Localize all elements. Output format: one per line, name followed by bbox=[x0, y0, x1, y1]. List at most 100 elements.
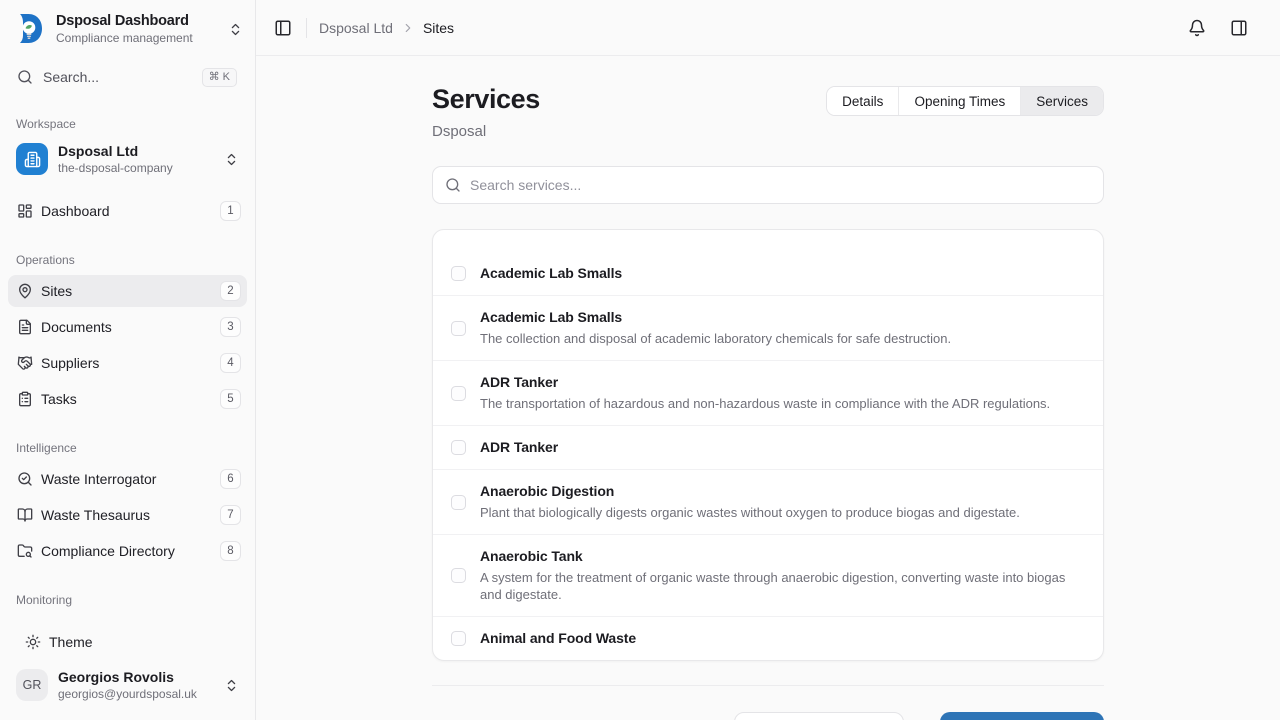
map-pin-icon bbox=[17, 283, 33, 299]
theme-label: Theme bbox=[49, 634, 93, 650]
user-email: georgios@yourdsposal.uk bbox=[58, 687, 214, 701]
handshake-icon bbox=[17, 355, 33, 371]
right-panel-toggle-button[interactable] bbox=[1224, 13, 1254, 43]
sidebar-item-label: Dashboard bbox=[41, 203, 110, 219]
breadcrumb-current: Sites bbox=[423, 20, 454, 36]
avatar: GR bbox=[16, 669, 48, 701]
sidebar-bottom: Theme GR Georgios Rovolis georgios@yourd… bbox=[0, 618, 255, 720]
sidebar-item-label: Suppliers bbox=[41, 355, 99, 371]
sidebar-item-label: Waste Interrogator bbox=[41, 471, 156, 487]
breadcrumb: Dsposal Ltd Sites bbox=[319, 20, 454, 36]
theme-toggle[interactable]: Theme bbox=[16, 626, 239, 658]
search-shortcut-kbd: ⌘ K bbox=[202, 68, 237, 87]
services-search-input[interactable] bbox=[470, 177, 1091, 193]
clipboard-list-icon bbox=[17, 391, 33, 407]
tabs: DetailsOpening TimesServices bbox=[826, 86, 1104, 116]
service-checkbox[interactable] bbox=[451, 386, 466, 401]
sidebar-item-badge: 3 bbox=[220, 317, 241, 337]
workspace-switcher[interactable]: Dsposal Ltd the-dsposal-company bbox=[8, 139, 247, 179]
user-menu[interactable]: GR Georgios Rovolis georgios@yourdsposal… bbox=[8, 662, 247, 708]
service-row[interactable]: Academic Lab Smalls bbox=[433, 252, 1103, 295]
footer-primary-button[interactable] bbox=[940, 712, 1104, 720]
sidebar-item-waste-interrogator[interactable]: Waste Interrogator 6 bbox=[8, 463, 247, 495]
tab-services[interactable]: Services bbox=[1021, 87, 1103, 115]
sidebar-section: Operations Sites 2 Documents 3 Suppliers… bbox=[0, 253, 255, 415]
search-icon bbox=[445, 177, 461, 193]
topbar: Dsposal Ltd Sites bbox=[256, 0, 1280, 56]
service-row[interactable]: ADR Tanker bbox=[433, 425, 1103, 469]
page-subtitle: Dsposal bbox=[432, 123, 540, 140]
service-row[interactable]: Animal and Food Waste bbox=[433, 616, 1103, 660]
topbar-divider bbox=[306, 18, 307, 38]
chevrons-up-down-icon bbox=[224, 152, 239, 167]
panel-left-icon bbox=[274, 19, 292, 37]
service-checkbox[interactable] bbox=[451, 495, 466, 510]
service-checkbox[interactable] bbox=[451, 321, 466, 336]
book-open-icon bbox=[17, 507, 33, 523]
main-area: Dsposal Ltd Sites Services Dsposal Detai… bbox=[256, 0, 1280, 720]
breadcrumb-workspace[interactable]: Dsposal Ltd bbox=[319, 20, 393, 36]
service-row[interactable]: Academic Lab Smalls The collection and d… bbox=[433, 295, 1103, 360]
sidebar-section: Monitoring Activity bbox=[0, 593, 255, 618]
service-row[interactable]: ADR Tanker The transportation of hazardo… bbox=[433, 360, 1103, 425]
search-label: Search... bbox=[43, 69, 99, 85]
sidebar-section: Intelligence Waste Interrogator 6 Waste … bbox=[0, 441, 255, 567]
service-row[interactable]: Anaerobic Digestion Plant that biologica… bbox=[433, 469, 1103, 534]
service-name: ADR Tanker bbox=[480, 439, 1085, 456]
sidebar-item-suppliers[interactable]: Suppliers 4 bbox=[8, 347, 247, 379]
sidebar-item-badge: 8 bbox=[220, 541, 241, 561]
building-icon bbox=[24, 151, 41, 168]
service-description: The transportation of hazardous and non-… bbox=[480, 395, 1085, 412]
sidebar-item-waste-thesaurus[interactable]: Waste Thesaurus 7 bbox=[8, 499, 247, 531]
services-card: Academic Lab Smalls Academic Lab Smalls … bbox=[432, 229, 1104, 661]
service-name: ADR Tanker bbox=[480, 374, 1085, 391]
bell-icon bbox=[1188, 19, 1206, 37]
layout-dashboard-icon bbox=[17, 203, 33, 219]
workspace-section-label: Workspace bbox=[16, 117, 239, 131]
sidebar-item-label: Compliance Directory bbox=[41, 543, 175, 559]
service-row[interactable]: Anaerobic Tank A system for the treatmen… bbox=[433, 534, 1103, 616]
notifications-button[interactable] bbox=[1182, 13, 1212, 43]
chevron-right-icon bbox=[401, 21, 415, 35]
service-checkbox[interactable] bbox=[451, 631, 466, 646]
section-items: Waste Interrogator 6 Waste Thesaurus 7 C… bbox=[0, 463, 255, 567]
sidebar-toggle-button[interactable] bbox=[268, 13, 298, 43]
section-label: Monitoring bbox=[16, 593, 239, 607]
workspace-icon bbox=[16, 143, 48, 175]
sidebar-item-dashboard[interactable]: Dashboard 1 bbox=[8, 195, 247, 227]
sidebar-item-badge: 2 bbox=[220, 281, 241, 301]
sidebar-item-badge: 4 bbox=[220, 353, 241, 373]
tab-details[interactable]: Details bbox=[827, 87, 899, 115]
service-checkbox[interactable] bbox=[451, 568, 466, 583]
dsposal-logo-icon bbox=[14, 13, 46, 45]
service-name: Animal and Food Waste bbox=[480, 630, 1085, 647]
sidebar-item-badge: 7 bbox=[220, 505, 241, 525]
sidebar-item-badge: 5 bbox=[220, 389, 241, 409]
sidebar: Dsposal Dashboard Compliance management … bbox=[0, 0, 256, 720]
sidebar-item-documents[interactable]: Documents 3 bbox=[8, 311, 247, 343]
service-name: Anaerobic Tank bbox=[480, 548, 1085, 565]
panel-right-icon bbox=[1230, 19, 1248, 37]
footer-secondary-button[interactable] bbox=[734, 712, 904, 720]
sun-icon bbox=[25, 634, 41, 650]
service-name: Academic Lab Smalls bbox=[480, 309, 1085, 326]
sidebar-scroll-area: Workspace Dsposal Ltd the-dsposal-compan… bbox=[0, 91, 255, 618]
sidebar-item-badge: 1 bbox=[220, 201, 241, 221]
service-checkbox[interactable] bbox=[451, 266, 466, 281]
page-content: Services Dsposal DetailsOpening TimesSer… bbox=[256, 56, 1280, 720]
tab-opening-times[interactable]: Opening Times bbox=[899, 87, 1021, 115]
chevrons-up-down-icon[interactable] bbox=[228, 22, 243, 37]
services-search bbox=[432, 166, 1104, 204]
workspace-name: Dsposal Ltd bbox=[58, 143, 214, 159]
sidebar-search[interactable]: Search... ⌘ K bbox=[17, 63, 243, 91]
service-checkbox[interactable] bbox=[451, 440, 466, 455]
app-switcher[interactable]: Dsposal Dashboard Compliance management bbox=[0, 0, 255, 51]
service-name: Anaerobic Digestion bbox=[480, 483, 1085, 500]
folder-search-icon bbox=[17, 543, 33, 559]
sidebar-item-sites[interactable]: Sites 2 bbox=[8, 275, 247, 307]
sidebar-item-compliance-directory[interactable]: Compliance Directory 8 bbox=[8, 535, 247, 567]
sidebar-sections: Operations Sites 2 Documents 3 Suppliers… bbox=[0, 253, 255, 618]
sidebar-item-tasks[interactable]: Tasks 5 bbox=[8, 383, 247, 415]
service-description: A system for the treatment of organic wa… bbox=[480, 569, 1085, 603]
service-description: Plant that biologically digests organic … bbox=[480, 504, 1085, 521]
